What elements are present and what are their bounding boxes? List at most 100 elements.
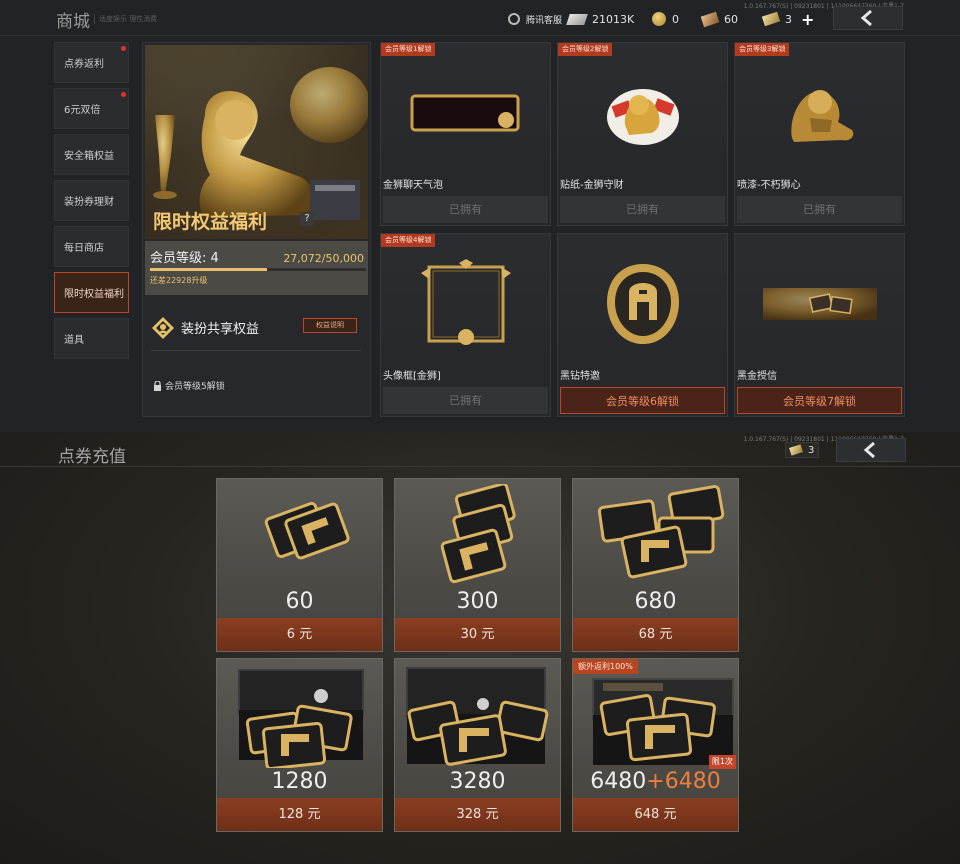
black-diamond-art	[558, 248, 727, 360]
gold-value: 0	[672, 12, 679, 26]
spartan-helmet-badge-icon	[606, 264, 679, 344]
reward-card-chat-bubble[interactable]: 会员等级1解锁 金狮聊天气泡 已拥有	[380, 42, 551, 226]
top-bar: 商城 适度娱乐 理性消费 1.0.167.767(S) | 09231801 |…	[0, 0, 960, 36]
notification-dot	[121, 46, 126, 51]
back-button[interactable]	[833, 6, 903, 30]
reward-name: 头像框[金狮]	[383, 371, 441, 382]
divider	[0, 466, 960, 467]
voucher-amount: 6480+6480	[573, 769, 738, 794]
reward-card-black-diamond[interactable]: 黑钻特邀 会员等级6解锁	[557, 233, 728, 417]
recharge-pack-680[interactable]: 680 68 元	[572, 478, 739, 652]
benefit-info-button[interactable]: 权益说明	[303, 318, 357, 333]
lion-sticker-icon	[606, 89, 679, 145]
recharge-title: 点券充值	[58, 447, 126, 467]
ticket-value: 60	[724, 12, 738, 26]
voucher-crate-art	[573, 659, 738, 769]
level-progress-bar	[150, 268, 366, 271]
diamond-badge-icon	[152, 317, 174, 339]
price-button[interactable]: 128 元	[217, 798, 382, 831]
ticket-balance: 60	[700, 11, 738, 27]
voucher-box-icon	[237, 669, 364, 768]
sidebar-item-safe-box[interactable]: 安全箱权益	[54, 134, 129, 175]
sidebar-item-daily-shop[interactable]: 每日商店	[54, 226, 129, 267]
chat-bubble-art	[381, 57, 550, 169]
sticker-art	[558, 57, 727, 169]
voucher-balance: 3 +	[761, 10, 814, 29]
extra-rebate-badge: 额外返利100%	[573, 659, 638, 674]
sidebar-item-limited-benefits[interactable]: 限时权益福利	[54, 272, 129, 313]
help-icon[interactable]: ?	[300, 212, 314, 226]
reward-status: 已拥有	[737, 196, 902, 223]
sidebar-item-label: 装扮券理财	[64, 197, 114, 208]
reward-card-sticker[interactable]: 会员等级2解锁 贴纸-金狮守财 已拥有	[557, 42, 728, 226]
reward-status: 已拥有	[560, 196, 725, 223]
gold-coin-icon	[652, 12, 666, 26]
unlock-tag: 会员等级2解锁	[558, 43, 613, 56]
customer-service-button[interactable]: 腾讯客服	[508, 11, 562, 27]
voucher-recharge-panel: 点券充值 1.0.167.767(S) | 09231801 | 1110066…	[0, 432, 960, 864]
sidebar-item-label: 6元双倍	[64, 105, 101, 116]
spray-art	[735, 57, 904, 169]
ticket-icon	[700, 11, 720, 27]
level-upgrade-hint: 还差22928升级	[150, 276, 208, 285]
outfit-share-row: 装扮共享权益 权益说明	[151, 313, 361, 351]
promo-title: 限时权益福利	[153, 211, 268, 233]
avatar-frame-art	[381, 248, 550, 360]
price-button[interactable]: 648 元	[573, 798, 738, 831]
voucher-card-stack-icon	[597, 485, 724, 579]
bonus-amount: +6480	[646, 769, 721, 794]
gold-balance: 0	[652, 11, 679, 27]
level-progress-text: 27,072/50,000	[283, 252, 364, 265]
reward-status: 已拥有	[383, 387, 548, 414]
voucher-count: 3	[785, 442, 819, 458]
recharge-pack-60[interactable]: 60 6 元	[216, 478, 383, 652]
amount-value: 6480	[590, 769, 647, 794]
membership-promo-card: 限时权益福利 ? 会员等级: 4 27,072/50,000 还差22928升级…	[142, 42, 371, 417]
sidebar-item-voucher-rebate[interactable]: 点券返利	[54, 42, 129, 83]
level-progress-fill	[150, 268, 267, 271]
recharge-pack-6480[interactable]: 额外返利100% 限1次 6480+6480 648 元	[572, 658, 739, 832]
customer-service-label: 腾讯客服	[526, 15, 563, 26]
price-button[interactable]: 30 元	[395, 618, 560, 651]
price-button[interactable]: 328 元	[395, 798, 560, 831]
amount-value: 60	[285, 589, 314, 614]
reward-name: 黑金授信	[737, 371, 777, 382]
shop-subtitle: 适度娱乐 理性消费	[94, 14, 157, 24]
reward-name: 喷漆-不朽狮心	[737, 180, 801, 191]
sidebar-item-label: 道具	[64, 335, 84, 346]
sidebar-item-outfit-finance[interactable]: 装扮券理财	[54, 180, 129, 221]
gold-card-banner-icon	[762, 288, 877, 320]
add-voucher-button[interactable]: +	[801, 10, 814, 29]
sidebar-item-6yuan-double[interactable]: 6元双倍	[54, 88, 129, 129]
voucher-stack-art	[573, 479, 738, 589]
reward-card-black-gold-credit[interactable]: 黑金授信 会员等级7解锁	[734, 233, 905, 417]
back-arrow-icon	[860, 9, 872, 27]
shop-panel: 商城 适度娱乐 理性消费 1.0.167.767(S) | 09231801 |…	[0, 0, 960, 432]
recharge-pack-300[interactable]: 300 30 元	[394, 478, 561, 652]
voucher-card-stack-icon	[440, 484, 516, 584]
voucher-value: 3	[785, 12, 792, 26]
silver-note-icon	[566, 13, 588, 25]
voucher-icon	[789, 444, 803, 456]
price-button[interactable]: 6 元	[217, 618, 382, 651]
amount-value: 3280	[449, 769, 506, 794]
reward-card-spray[interactable]: 会员等级3解锁 喷漆-不朽狮心 已拥有	[734, 42, 905, 226]
gold-chat-bubble-icon	[410, 94, 519, 132]
sidebar-item-label: 安全箱权益	[64, 151, 114, 162]
voucher-card-stack-icon	[264, 501, 350, 560]
voucher-amount: 3280	[395, 769, 560, 794]
back-button[interactable]	[836, 438, 906, 462]
gold-avatar-frame-icon	[420, 259, 511, 345]
reward-name: 金狮聊天气泡	[383, 180, 443, 191]
sidebar-item-label: 每日商店	[64, 243, 104, 254]
unlock-tag: 会员等级4解锁	[381, 234, 436, 247]
voucher-stack-art	[217, 479, 382, 589]
amount-value: 1280	[271, 769, 328, 794]
recharge-pack-3280[interactable]: 3280 328 元	[394, 658, 561, 832]
level5-lock-row: 会员等级5解锁	[153, 379, 225, 392]
sidebar-item-items[interactable]: 道具	[54, 318, 129, 359]
amount-value: 300	[456, 589, 499, 614]
recharge-pack-1280[interactable]: 1280 128 元	[216, 658, 383, 832]
price-button[interactable]: 68 元	[573, 618, 738, 651]
reward-card-avatar-frame[interactable]: 会员等级4解锁 头像框[金狮] 已拥有	[380, 233, 551, 417]
